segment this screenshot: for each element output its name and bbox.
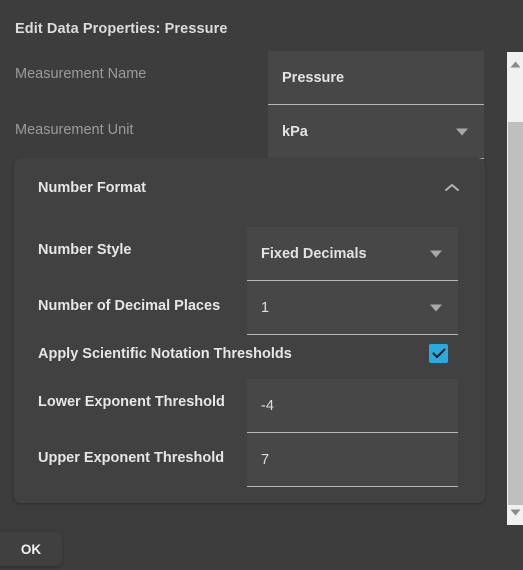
scrollbar-thumb[interactable]	[508, 122, 523, 505]
upper-exponent-input[interactable]: 7	[247, 433, 458, 487]
number-style-select[interactable]: Fixed Decimals	[247, 227, 458, 281]
measurement-unit-select[interactable]: kPa	[268, 105, 484, 159]
vertical-scrollbar[interactable]	[507, 52, 523, 525]
lower-exponent-input[interactable]: -4	[247, 379, 458, 433]
ok-button[interactable]: OK	[0, 532, 62, 566]
scientific-thresholds-label: Apply Scientific Notation Thresholds	[38, 346, 292, 362]
scroll-down-arrow-icon[interactable]	[507, 504, 523, 521]
decimal-places-value: 1	[261, 299, 270, 316]
lower-exponent-label: Lower Exponent Threshold	[38, 394, 225, 410]
number-style-value: Fixed Decimals	[261, 245, 367, 262]
caret-down-icon	[455, 127, 469, 136]
caret-down-icon	[429, 303, 443, 312]
scroll-up-arrow-icon[interactable]	[507, 56, 523, 73]
lower-exponent-value: -4	[261, 397, 274, 414]
upper-exponent-value: 7	[261, 451, 270, 468]
number-format-title: Number Format	[38, 180, 146, 196]
number-format-panel: Number Format Number Style Fixed Decimal…	[14, 158, 485, 503]
measurement-name-label: Measurement Name	[15, 66, 147, 82]
check-icon	[431, 348, 446, 359]
scientific-thresholds-checkbox[interactable]	[429, 344, 448, 363]
measurement-name-input[interactable]: Pressure	[268, 51, 484, 105]
edit-data-properties-dialog: Edit Data Properties: Pressure Measureme…	[0, 0, 523, 570]
number-style-label: Number Style	[38, 242, 132, 258]
number-format-header[interactable]: Number Format	[14, 158, 485, 218]
decimal-places-select[interactable]: 1	[247, 281, 458, 335]
measurement-name-value: Pressure	[282, 69, 345, 86]
upper-exponent-label: Upper Exponent Threshold	[38, 450, 225, 466]
dialog-title: Edit Data Properties: Pressure	[15, 21, 228, 37]
measurement-unit-label: Measurement Unit	[15, 122, 134, 138]
measurement-unit-value: kPa	[282, 123, 308, 140]
decimal-places-label: Number of Decimal Places	[38, 298, 221, 314]
chevron-up-icon[interactable]	[444, 182, 460, 194]
caret-down-icon	[429, 249, 443, 258]
